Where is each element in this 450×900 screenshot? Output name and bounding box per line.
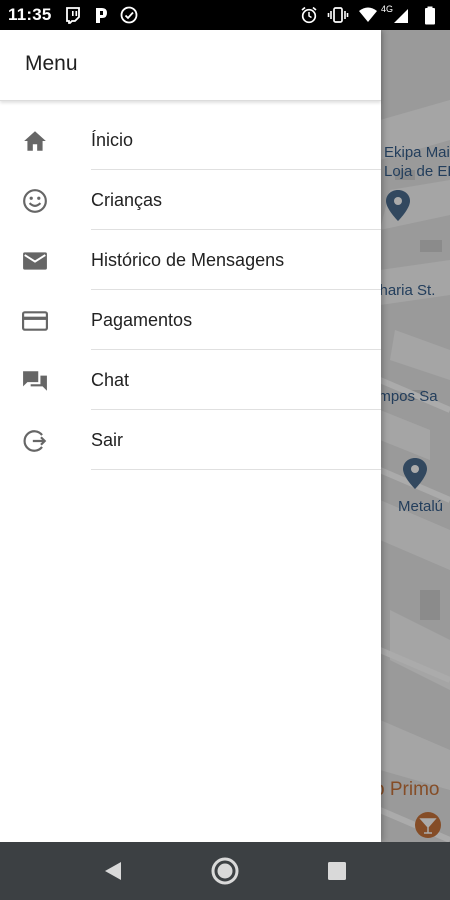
battery-icon bbox=[425, 6, 435, 25]
twitch-icon bbox=[66, 7, 80, 24]
mail-icon bbox=[23, 252, 47, 270]
menu-item-historico-de-mensagens[interactable]: Histórico de Mensagens bbox=[0, 230, 381, 290]
menu-item-inicio[interactable]: Ínicio bbox=[0, 110, 381, 170]
menu-item-label: Chat bbox=[91, 370, 130, 390]
home-icon bbox=[24, 131, 46, 151]
status-bar: 11:35 4G bbox=[0, 0, 450, 30]
menu-item-sair[interactable]: Sair bbox=[0, 410, 381, 470]
menu-item-label: Sair bbox=[91, 430, 124, 450]
system-navigation-bar bbox=[0, 842, 450, 900]
logout-icon bbox=[23, 430, 47, 452]
menu-item-label: Histórico de Mensagens bbox=[91, 250, 285, 270]
divider bbox=[91, 469, 381, 470]
check-circle-icon bbox=[120, 6, 138, 24]
home-circle-icon[interactable] bbox=[208, 854, 242, 888]
p-icon bbox=[96, 8, 107, 23]
credit-card-icon bbox=[22, 311, 48, 331]
menu-list: Ínicio Crianças Histórico de Mensagens P… bbox=[0, 110, 381, 470]
menu-item-label: Pagamentos bbox=[91, 310, 193, 330]
back-icon[interactable] bbox=[96, 854, 130, 888]
vibrate-icon bbox=[327, 7, 349, 23]
drawer-header: Menu bbox=[0, 30, 381, 101]
smiley-icon bbox=[23, 189, 47, 213]
status-time: 11:35 bbox=[8, 5, 52, 24]
menu-item-label: Ínicio bbox=[91, 130, 134, 150]
menu-item-pagamentos[interactable]: Pagamentos bbox=[0, 290, 381, 350]
menu-item-criancas[interactable]: Crianças bbox=[0, 170, 381, 230]
menu-item-chat[interactable]: Chat bbox=[0, 350, 381, 410]
drawer-title: Menu bbox=[25, 52, 78, 75]
alarm-icon bbox=[301, 6, 317, 24]
signal-4g-icon bbox=[394, 9, 408, 23]
recents-icon[interactable] bbox=[320, 854, 354, 888]
menu-item-label: Crianças bbox=[91, 190, 163, 210]
wifi-icon bbox=[359, 7, 377, 22]
navigation-drawer: Menu Ínicio Crianças Histórico de Mensag bbox=[0, 30, 381, 842]
chat-icon bbox=[23, 371, 47, 391]
